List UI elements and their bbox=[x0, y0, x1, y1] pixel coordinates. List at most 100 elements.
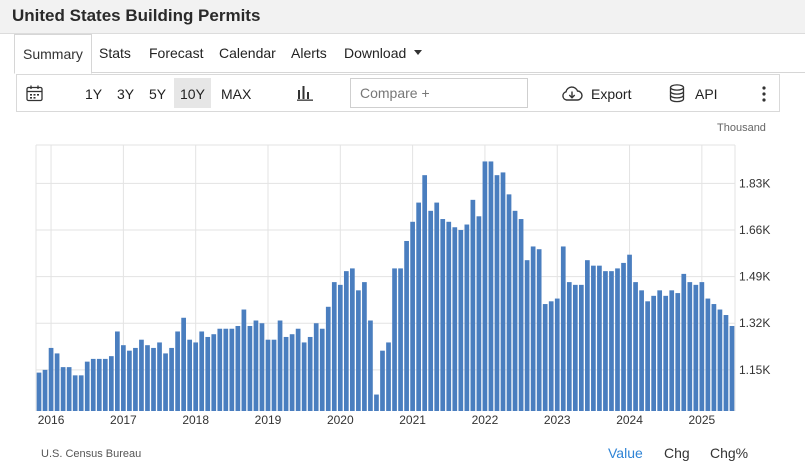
database-icon[interactable] bbox=[669, 84, 685, 103]
chart-bar bbox=[380, 350, 385, 411]
chart-bar bbox=[621, 262, 626, 411]
compare-input[interactable] bbox=[350, 78, 528, 108]
chart-bar bbox=[597, 265, 602, 411]
x-tick-label: 2023 bbox=[544, 413, 571, 427]
view-chg-pct-tab[interactable]: Chg% bbox=[710, 445, 748, 461]
chart-bar bbox=[60, 367, 66, 411]
chart-bar bbox=[356, 290, 361, 411]
export-button[interactable]: Export bbox=[591, 86, 631, 102]
chart-bar bbox=[639, 290, 644, 411]
chart-bar bbox=[506, 194, 512, 411]
chart-bar bbox=[325, 306, 331, 411]
chart-bar bbox=[530, 246, 536, 411]
x-tick-label: 2025 bbox=[689, 413, 716, 427]
chart-bar bbox=[645, 301, 650, 411]
chart-bar bbox=[572, 284, 578, 411]
chart-bar bbox=[476, 216, 482, 411]
chart-bar bbox=[313, 323, 319, 411]
chart-bar bbox=[410, 221, 415, 411]
chart-bar bbox=[603, 271, 608, 411]
chart-bar bbox=[90, 358, 96, 411]
chart-bar bbox=[42, 369, 48, 411]
chart-bar bbox=[127, 350, 132, 411]
chart-bar bbox=[386, 342, 391, 411]
y-tick-label: 1.32K bbox=[739, 316, 770, 330]
tab-download[interactable]: Download bbox=[344, 45, 423, 61]
range-10y-button[interactable]: 10Y bbox=[174, 78, 211, 108]
view-chg-tab[interactable]: Chg bbox=[664, 445, 690, 461]
chart-bar bbox=[711, 304, 717, 411]
tab-divider bbox=[91, 72, 805, 73]
chart-bar bbox=[368, 320, 373, 411]
x-tick-label: 2018 bbox=[182, 413, 209, 427]
chart-bar bbox=[283, 336, 289, 411]
tab-download-label: Download bbox=[344, 45, 407, 61]
chart-bar bbox=[151, 347, 156, 411]
chart-bar bbox=[591, 265, 596, 411]
chart-bar bbox=[319, 328, 325, 411]
source-label: U.S. Census Bureau bbox=[41, 448, 142, 460]
chart-bar bbox=[687, 282, 693, 411]
tab-summary[interactable]: Summary bbox=[14, 34, 92, 74]
range-max-button[interactable]: MAX bbox=[221, 86, 251, 102]
chart-bar bbox=[36, 372, 42, 411]
range-5y-button[interactable]: 5Y bbox=[149, 86, 166, 102]
chart-bar bbox=[392, 268, 397, 411]
bar-chart-icon[interactable] bbox=[297, 85, 313, 101]
chart-bar bbox=[271, 339, 277, 411]
chart-bar bbox=[609, 271, 614, 411]
y-tick-label: 1.49K bbox=[739, 270, 770, 284]
chart-bar bbox=[675, 293, 681, 411]
more-vertical-icon[interactable] bbox=[761, 86, 767, 102]
chart-bar bbox=[398, 268, 403, 411]
chart-bar bbox=[404, 240, 409, 411]
chart-x-axis: 2016 2017 2018 2019 2020 2021 2022 2023 2024 2025 bbox=[38, 413, 716, 427]
title-bar: United States Building Permits bbox=[0, 0, 805, 34]
chart-bar bbox=[554, 298, 560, 411]
chart-bar bbox=[66, 367, 72, 411]
chart-bar bbox=[307, 336, 313, 411]
chart-bar bbox=[536, 249, 542, 411]
cloud-download-icon[interactable] bbox=[561, 86, 583, 102]
chart-bar bbox=[102, 358, 108, 411]
y-tick-label: 1.15K bbox=[739, 363, 770, 377]
page-title: United States Building Permits bbox=[12, 6, 261, 25]
chart-bar bbox=[199, 331, 205, 411]
tab-stats[interactable]: Stats bbox=[99, 45, 131, 61]
tab-calendar[interactable]: Calendar bbox=[219, 45, 276, 61]
chart-bar bbox=[578, 284, 584, 411]
chart-bar bbox=[331, 282, 337, 411]
chart-bar bbox=[187, 339, 193, 411]
chart-bar bbox=[259, 323, 265, 411]
calendar-icon[interactable] bbox=[26, 85, 43, 102]
chart-bar bbox=[108, 356, 114, 411]
chart-bar bbox=[253, 320, 259, 411]
chart-bar bbox=[434, 202, 440, 411]
chart-bar bbox=[205, 336, 211, 411]
chart-bar bbox=[217, 328, 223, 411]
chart-bar bbox=[229, 328, 235, 411]
view-value-tab[interactable]: Value bbox=[608, 445, 643, 461]
chart-bar bbox=[121, 345, 126, 411]
chart-bar bbox=[651, 295, 657, 411]
chart-bar bbox=[464, 224, 470, 411]
chart-bar bbox=[681, 273, 687, 411]
chart-bar bbox=[729, 325, 735, 411]
chart-bar bbox=[301, 342, 307, 411]
chart-bar bbox=[374, 394, 379, 411]
range-1y-button[interactable]: 1Y bbox=[85, 86, 102, 102]
chart-bar bbox=[566, 282, 572, 411]
tab-alerts[interactable]: Alerts bbox=[291, 45, 327, 61]
chart-bar bbox=[139, 339, 144, 411]
range-3y-button[interactable]: 3Y bbox=[117, 86, 134, 102]
chart-bar bbox=[723, 315, 729, 411]
chart-y-axis: 1.15K 1.32K 1.49K 1.66K 1.83K bbox=[739, 176, 770, 376]
chart-bar bbox=[78, 375, 84, 411]
chart-bar bbox=[54, 353, 60, 411]
tab-forecast[interactable]: Forecast bbox=[149, 45, 203, 61]
api-button[interactable]: API bbox=[695, 86, 718, 102]
chevron-down-icon bbox=[414, 50, 423, 56]
chart-bar bbox=[193, 342, 199, 411]
chart-bar bbox=[84, 361, 90, 411]
chart-bar bbox=[223, 328, 229, 411]
